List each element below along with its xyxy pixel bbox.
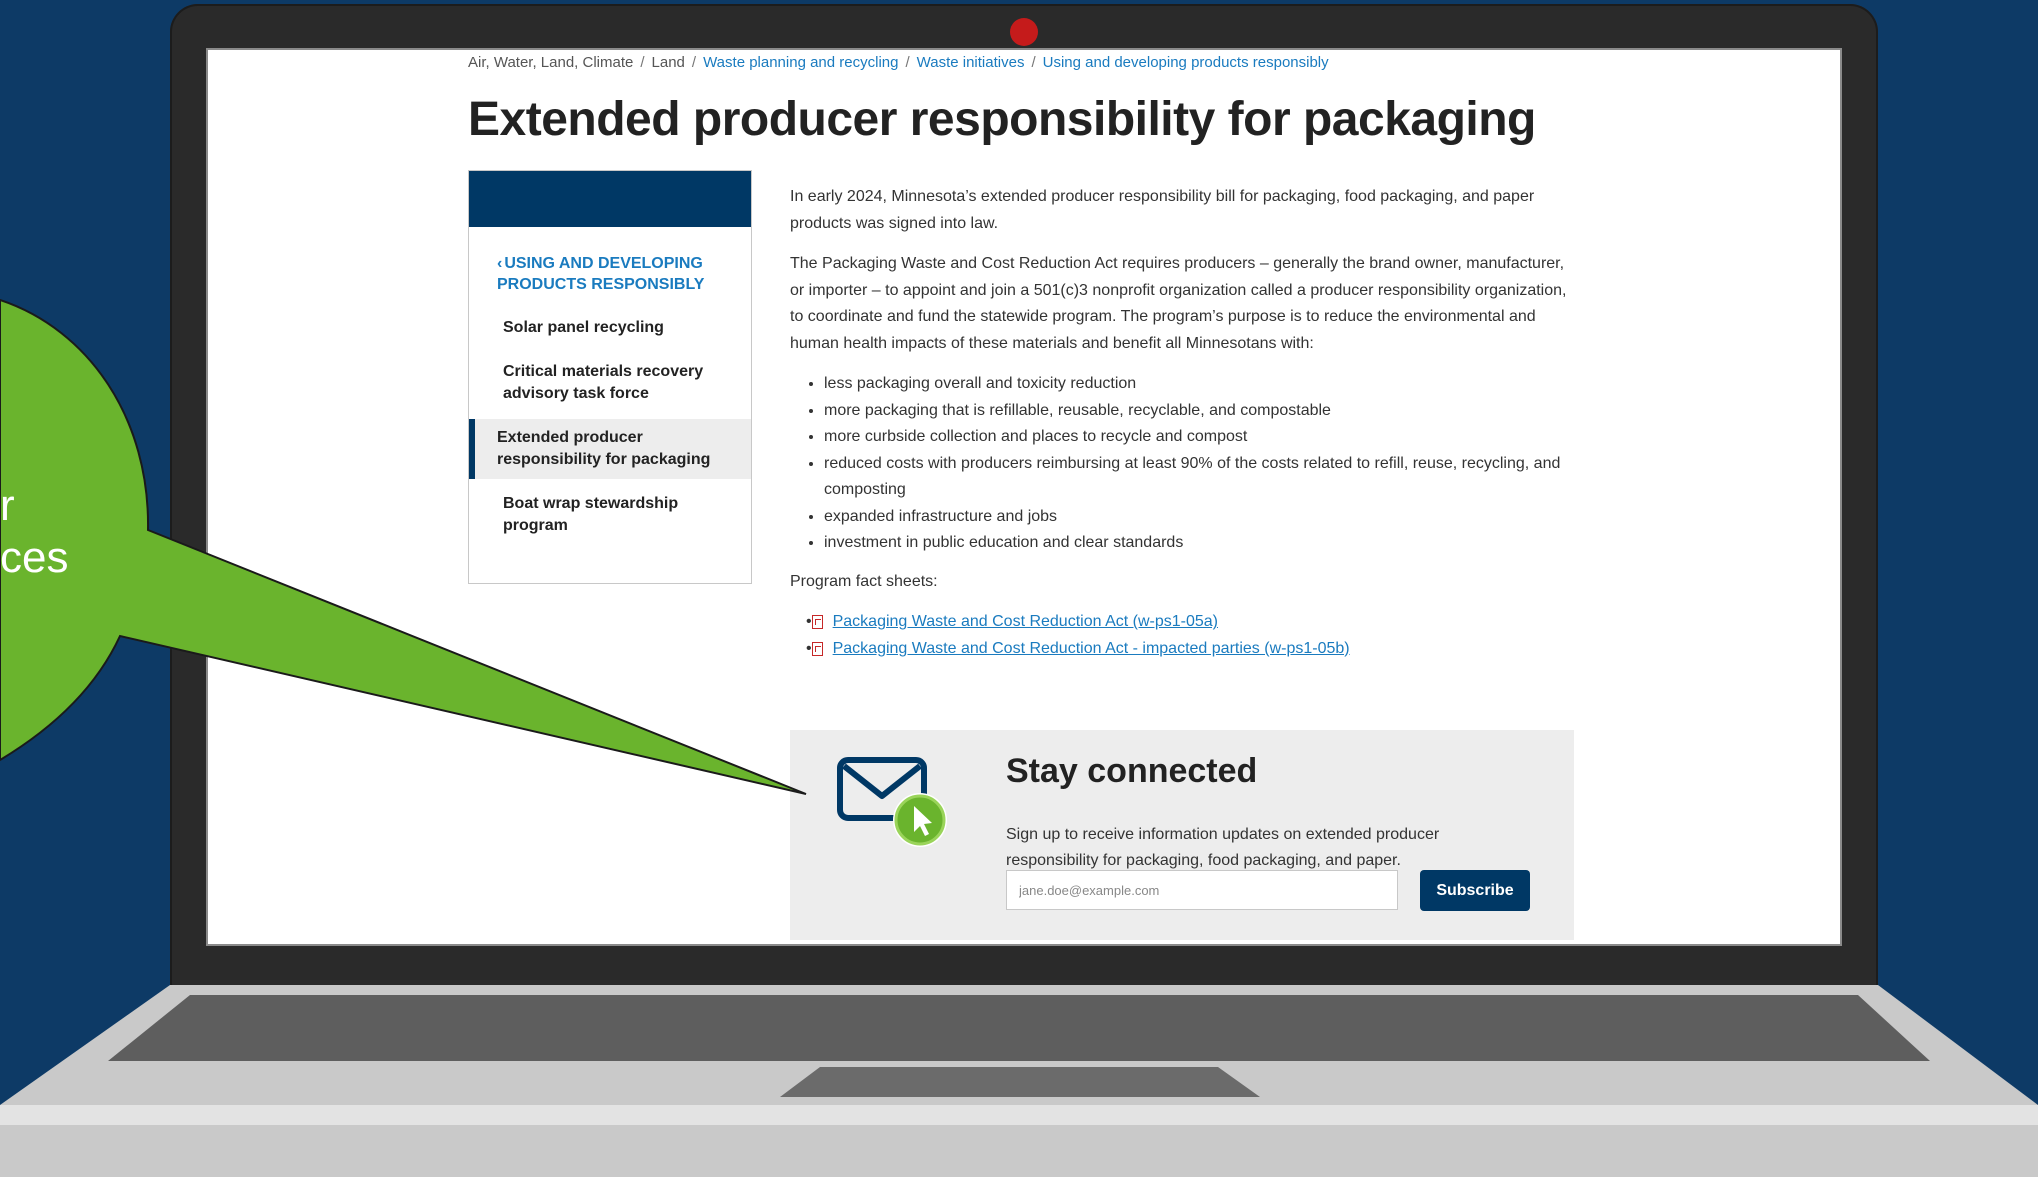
section-sidenav: ‹ Using and developing products responsib… <box>468 170 752 584</box>
intro-paragraph: In early 2024, Minnesota’s extended prod… <box>790 188 1535 232</box>
email-input[interactable] <box>1006 870 1398 910</box>
breadcrumb-item-waste-initiatives[interactable]: Waste initiatives <box>917 54 1025 71</box>
list-item: Packaging Waste and Cost Reduction Act -… <box>811 636 1580 663</box>
list-item: more packaging that is refillable, reusa… <box>824 398 1580 425</box>
stay-connected-description: Sign up to receive information updates o… <box>1006 826 1440 869</box>
list-item: investment in public education and clear… <box>824 530 1580 557</box>
list-item: more curbside collection and places to r… <box>824 424 1580 451</box>
breadcrumb-separator: / <box>1031 54 1036 71</box>
page-title: Extended producer responsibility for pac… <box>468 93 1536 146</box>
sidenav-item-critical-materials[interactable]: Critical materials recovery advisory tas… <box>469 353 751 413</box>
breadcrumb-separator: / <box>640 54 645 71</box>
sidenav-back-link[interactable]: ‹ Using and developing products responsib… <box>469 227 751 295</box>
chevron-left-icon: ‹ <box>497 255 503 272</box>
main-content: In early 2024, Minnesota’s extended prod… <box>790 184 1580 674</box>
benefits-list: less packaging overall and toxicity redu… <box>790 371 1580 557</box>
callout-line: r <box>0 481 14 530</box>
breadcrumb-item-air-water[interactable]: Air, Water, Land, Climate <box>468 54 633 71</box>
list-item: less packaging overall and toxicity redu… <box>824 371 1580 398</box>
breadcrumb-separator: / <box>691 54 697 71</box>
envelope-click-icon <box>837 757 947 847</box>
breadcrumb: Air, Water, Land, Climate / Land / Waste pla… <box>468 54 1329 71</box>
sidenav-item-epr-packaging[interactable]: Extended producer responsibility for pac… <box>469 419 751 479</box>
fact-sheets-label: Program fact sheets: <box>790 572 938 590</box>
sidenav-item-boat-wrap[interactable]: Boat wrap stewardship program <box>469 485 751 545</box>
callout-line: ces <box>0 533 69 582</box>
subscribe-button[interactable]: Subscribe <box>1420 870 1530 911</box>
list-item: Packaging Waste and Cost Reduction Act (… <box>811 609 1580 636</box>
stay-connected-title: Stay connected <box>1006 752 1258 790</box>
laptop-base <box>0 985 2038 1177</box>
stay-connected-panel: Stay connected Sign up to receive inform… <box>790 730 1574 940</box>
camera-icon <box>1010 18 1038 46</box>
sidenav-back-label: Using and developing products responsibl… <box>497 255 705 293</box>
sidenav-item-solar-panel[interactable]: Solar panel recycling <box>469 309 751 347</box>
fact-sheets-list: Packaging Waste and Cost Reduction Act (… <box>790 609 1580 662</box>
sidenav-list: Solar panel recycling Critical materials… <box>469 309 751 545</box>
pdf-icon <box>811 615 823 630</box>
browser-viewport: Air, Water, Land, Climate / Land / Waste pla… <box>206 48 1842 946</box>
list-item: reduced costs with producers reimbursing… <box>824 451 1580 504</box>
fact-sheet-link-05b[interactable]: Packaging Waste and Cost Reduction Act -… <box>833 636 1350 663</box>
fact-sheet-link-05a[interactable]: Packaging Waste and Cost Reduction Act (… <box>833 609 1218 636</box>
act-paragraph: The Packaging Waste and Cost Reduction A… <box>790 255 1567 352</box>
sidenav-header-bar <box>469 171 751 227</box>
breadcrumb-item-waste-planning[interactable]: Waste planning and recycling <box>703 54 898 71</box>
list-item: expanded infrastructure and jobs <box>824 504 1580 531</box>
breadcrumb-separator: / <box>905 54 910 71</box>
breadcrumb-item-using-developing[interactable]: Using and developing products responsibl… <box>1043 54 1329 71</box>
breadcrumb-item-land[interactable]: Land <box>652 54 685 71</box>
pdf-icon <box>811 641 823 656</box>
